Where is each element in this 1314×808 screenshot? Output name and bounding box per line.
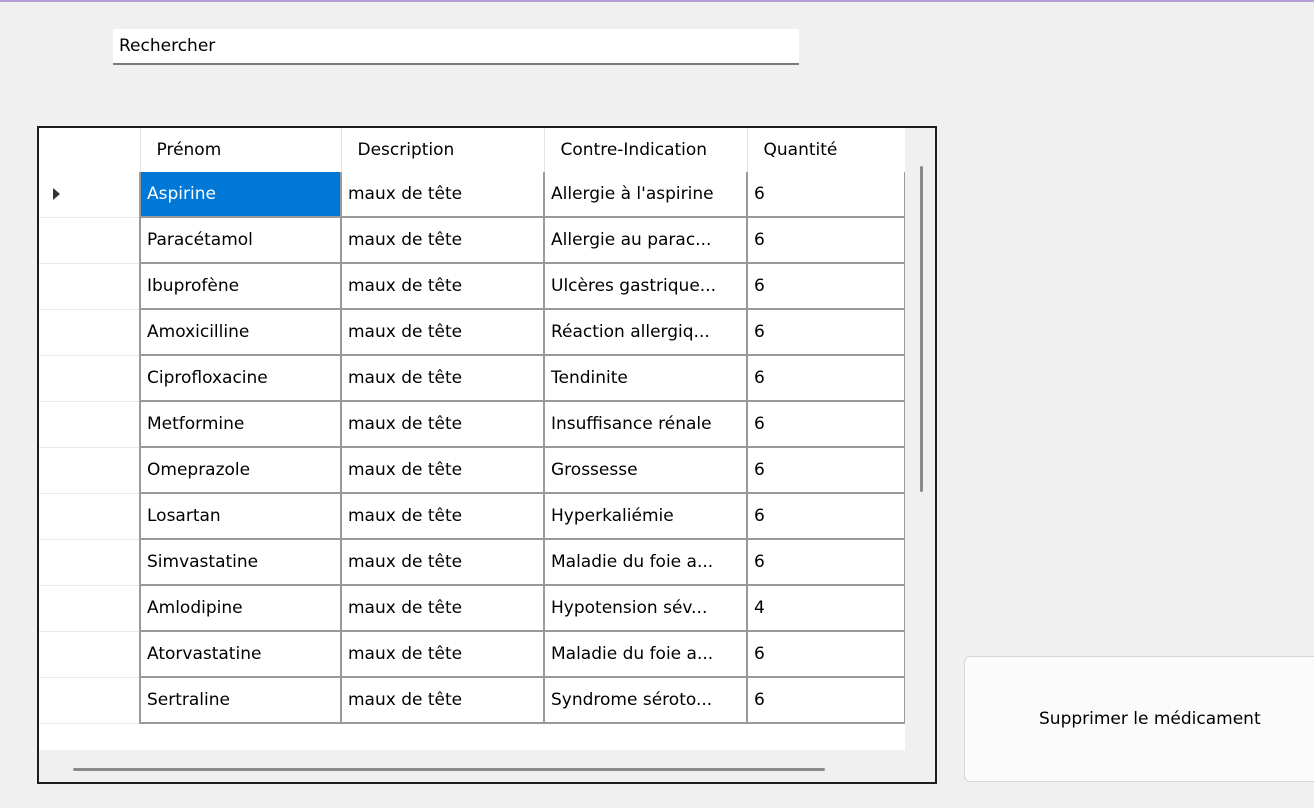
quantity-cell[interactable]: 6 (747, 217, 905, 264)
description-cell[interactable]: maux de tête (341, 585, 545, 632)
contraindication-cell[interactable]: Ulcères gastrique... (544, 263, 748, 310)
name-cell[interactable]: Simvastatine (140, 539, 342, 586)
medication-table: Prénom Description Contre-Indication Qua… (39, 128, 905, 724)
search-input[interactable] (113, 29, 799, 65)
quantity-cell[interactable]: 6 (747, 539, 905, 586)
horizontal-scroll-thumb[interactable] (73, 768, 825, 771)
name-cell[interactable]: Amoxicilline (140, 309, 342, 356)
delete-medication-button[interactable]: Supprimer le médicament (964, 656, 1314, 782)
contraindication-cell[interactable]: Allergie au parac... (544, 217, 748, 264)
table-row[interactable]: Ibuprofène maux de tête Ulcères gastrique.… (39, 263, 905, 310)
quantity-cell[interactable]: 6 (747, 172, 905, 218)
name-cell[interactable]: Losartan (140, 493, 342, 540)
description-cell[interactable]: maux de tête (341, 263, 545, 310)
description-cell[interactable]: maux de tête (341, 677, 545, 724)
name-cell[interactable]: Ciprofloxacine (140, 355, 342, 402)
name-cell[interactable]: Aspirine (140, 172, 342, 218)
table-row[interactable]: Simvastatine maux de tête Maladie du foie … (39, 539, 905, 586)
contraindication-cell[interactable]: Tendinite (544, 355, 748, 402)
vertical-scroll-thumb[interactable] (920, 166, 923, 492)
row-header[interactable] (39, 355, 141, 402)
row-header[interactable] (39, 493, 141, 540)
grid-viewport: Prénom Description Contre-Indication Qua… (39, 128, 905, 750)
contraindication-cell[interactable]: Syndrome séroto... (544, 677, 748, 724)
description-cell[interactable]: maux de tête (341, 217, 545, 264)
contraindication-cell[interactable]: Maladie du foie a... (544, 631, 748, 678)
contraindication-cell[interactable]: Allergie à l'aspirine (544, 172, 748, 218)
table-row[interactable]: Amoxicilline maux de tête Réaction allergi… (39, 309, 905, 356)
column-header-contre-indication[interactable]: Contre-Indication (544, 128, 748, 172)
table-row[interactable]: Sertraline maux de tête Syndrome séroto...… (39, 677, 905, 724)
name-cell[interactable]: Paracétamol (140, 217, 342, 264)
quantity-cell[interactable]: 6 (747, 355, 905, 402)
current-row-arrow-icon (53, 188, 60, 201)
row-header[interactable] (39, 172, 141, 218)
header-row: Prénom Description Contre-Indication Qua… (39, 128, 905, 172)
row-header[interactable] (39, 585, 141, 632)
name-cell[interactable]: Atorvastatine (140, 631, 342, 678)
quantity-cell[interactable]: 6 (747, 631, 905, 678)
table-row[interactable]: Paracétamol maux de tête Allergie au parac… (39, 217, 905, 264)
quantity-cell[interactable]: 6 (747, 493, 905, 540)
row-header[interactable] (39, 447, 141, 494)
contraindication-cell[interactable]: Insuffisance rénale (544, 401, 748, 448)
name-cell[interactable]: Amlodipine (140, 585, 342, 632)
table-row[interactable]: Atorvastatine maux de tête Maladie du foie… (39, 631, 905, 678)
window-top-border (0, 0, 1314, 2)
medication-grid[interactable]: Prénom Description Contre-Indication Qua… (37, 126, 937, 784)
vertical-scrollbar[interactable] (907, 128, 935, 752)
quantity-cell[interactable]: 6 (747, 263, 905, 310)
description-cell[interactable]: maux de tête (341, 172, 545, 218)
horizontal-scrollbar[interactable] (39, 752, 905, 782)
name-cell[interactable]: Sertraline (140, 677, 342, 724)
column-header-quantite[interactable]: Quantité (747, 128, 905, 172)
description-cell[interactable]: maux de tête (341, 309, 545, 356)
description-cell[interactable]: maux de tête (341, 355, 545, 402)
name-cell[interactable]: Ibuprofène (140, 263, 342, 310)
grid-body: Aspirine maux de tête Allergie à l'aspirin… (39, 172, 905, 724)
table-row[interactable]: Amlodipine maux de tête Hypotension sév...… (39, 585, 905, 632)
quantity-cell[interactable]: 4 (747, 585, 905, 632)
description-cell[interactable]: maux de tête (341, 493, 545, 540)
table-row[interactable]: Losartan maux de tête Hyperkaliémie 6 (39, 493, 905, 540)
row-header[interactable] (39, 677, 141, 724)
table-row[interactable]: Metformine maux de tête Insuffisance rénal… (39, 401, 905, 448)
contraindication-cell[interactable]: Grossesse (544, 447, 748, 494)
quantity-cell[interactable]: 6 (747, 401, 905, 448)
description-cell[interactable]: maux de tête (341, 539, 545, 586)
table-row[interactable]: Aspirine maux de tête Allergie à l'aspirin… (39, 172, 905, 218)
name-cell[interactable]: Metformine (140, 401, 342, 448)
row-header[interactable] (39, 263, 141, 310)
description-cell[interactable]: maux de tête (341, 401, 545, 448)
quantity-cell[interactable]: 6 (747, 309, 905, 356)
contraindication-cell[interactable]: Hyperkaliémie (544, 493, 748, 540)
description-cell[interactable]: maux de tête (341, 631, 545, 678)
name-cell[interactable]: Omeprazole (140, 447, 342, 494)
table-row[interactable]: Omeprazole maux de tête Grossesse 6 (39, 447, 905, 494)
row-header[interactable] (39, 631, 141, 678)
column-header-prenom[interactable]: Prénom (140, 128, 342, 172)
row-header[interactable] (39, 309, 141, 356)
contraindication-cell[interactable]: Hypotension sév... (544, 585, 748, 632)
row-header[interactable] (39, 539, 141, 586)
row-header-corner (39, 128, 141, 172)
row-header[interactable] (39, 217, 141, 264)
description-cell[interactable]: maux de tête (341, 447, 545, 494)
table-row[interactable]: Ciprofloxacine maux de tête Tendinite 6 (39, 355, 905, 402)
row-header[interactable] (39, 401, 141, 448)
quantity-cell[interactable]: 6 (747, 677, 905, 724)
contraindication-cell[interactable]: Maladie du foie a... (544, 539, 748, 586)
contraindication-cell[interactable]: Réaction allergiq... (544, 309, 748, 356)
quantity-cell[interactable]: 6 (747, 447, 905, 494)
column-header-description[interactable]: Description (341, 128, 545, 172)
